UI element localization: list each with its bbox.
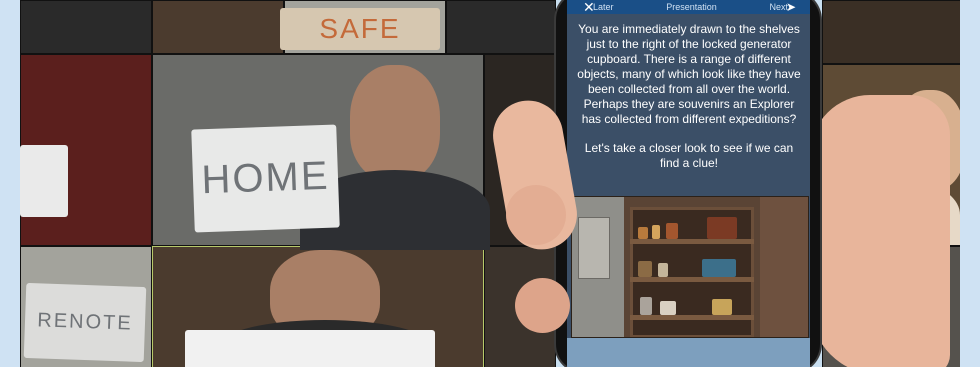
frame-right-edge [960, 0, 980, 367]
shelf-object [640, 297, 652, 315]
shelf-object [658, 263, 668, 277]
blank-paper [185, 330, 435, 367]
video-tile-top-middle [152, 0, 284, 54]
shelf-box [702, 259, 736, 277]
home-sign: HOME [191, 124, 340, 233]
shelf-board-1 [630, 239, 754, 244]
shelf-board-3 [630, 315, 754, 320]
wooden-door [760, 197, 808, 337]
generator-cupboard [572, 197, 624, 337]
shelf-board-2 [630, 277, 754, 282]
shelf-object [660, 301, 676, 315]
video-tile-top-left [20, 0, 152, 54]
cupboard-panel [578, 217, 610, 279]
hand-palm [810, 95, 950, 367]
screen-bottom-panel [567, 338, 810, 367]
shelf-object [652, 225, 660, 239]
shelf-object [666, 223, 678, 239]
next-arrow-icon[interactable]: ➤ [778, 0, 804, 14]
video-tile-right-top [822, 0, 962, 64]
hand-finger-1 [506, 185, 566, 245]
close-icon[interactable]: ✕ [575, 0, 603, 14]
safe-sign: SAFE [280, 8, 440, 50]
shelf-books [707, 217, 737, 239]
nav-title: Presentation [666, 2, 717, 12]
phone-nav-bar: ✕ Later Presentation Next ➤ [567, 0, 810, 14]
video-call-scene: SAFE HOME RENOTE ✕ Later Presentation Ne… [0, 0, 980, 367]
hand-finger-2 [515, 278, 570, 333]
frame-left-edge [0, 0, 20, 367]
shelf-object [712, 299, 732, 315]
shelves-photo[interactable] [571, 196, 809, 338]
story-paragraph-2: Let's take a closer look to see if we ca… [584, 141, 794, 170]
shelf-object [638, 261, 652, 277]
participant-face-center [350, 65, 440, 180]
small-paper [20, 145, 68, 217]
shelf-object [638, 227, 648, 239]
remote-sign: RENOTE [23, 282, 147, 363]
story-text: You are immediately drawn to the shelves… [575, 22, 803, 185]
phone-screen: ✕ Later Presentation Next ➤ You are imme… [567, 0, 810, 367]
story-paragraph-1: You are immediately drawn to the shelves… [577, 22, 801, 126]
video-tile-top-right [446, 0, 556, 54]
